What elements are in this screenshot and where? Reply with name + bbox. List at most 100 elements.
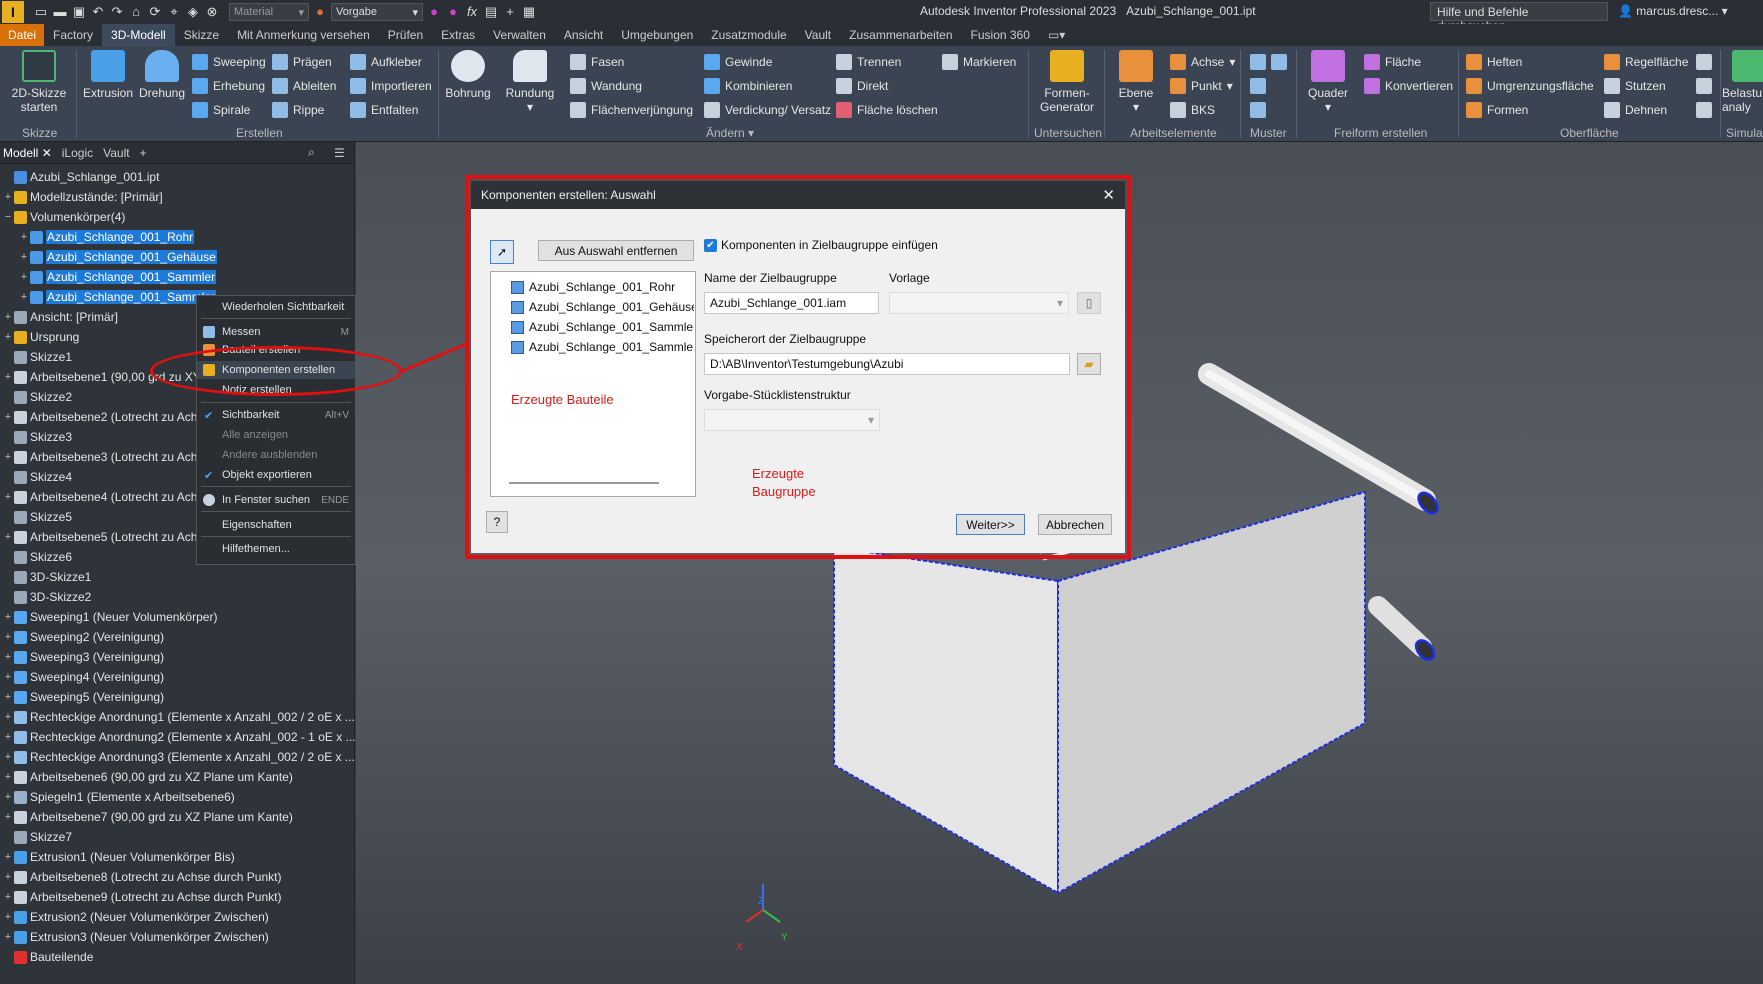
list-item[interactable]: Azubi_Schlange_001_Sammler: [499, 338, 694, 356]
tree-item[interactable]: + Sweeping1 (Neuer Volumenkörper): [2, 608, 218, 626]
tree-item[interactable]: + Azubi_Schlange_001_Rohr: [18, 228, 195, 246]
tree-item[interactable]: Skizze5: [2, 508, 72, 526]
thicken-button[interactable]: Verdickung/ Versatz: [704, 102, 831, 118]
redo-icon[interactable]: ↷: [109, 4, 125, 20]
save-icon[interactable]: ▣: [71, 4, 87, 20]
start-2d-sketch-button[interactable]: 2D-Skizze starten: [8, 50, 70, 114]
tree-item[interactable]: − Volumenkörper(4): [2, 208, 126, 226]
freeform-face-button[interactable]: Fläche: [1364, 54, 1421, 70]
expand-toggle-icon[interactable]: +: [2, 311, 14, 323]
tree-item[interactable]: + Sweeping5 (Vereinigung): [2, 688, 164, 706]
fx-icon[interactable]: fx: [464, 4, 480, 20]
measure-icon[interactable]: ◈: [185, 4, 201, 20]
tab-vault[interactable]: Vault: [796, 24, 840, 46]
expand-toggle-icon[interactable]: +: [2, 331, 14, 343]
list-item[interactable]: Azubi_Schlange_001_Gehäuse: [499, 298, 694, 316]
user-account[interactable]: 👤 marcus.dresc... ▾: [1618, 4, 1728, 18]
list-item[interactable]: Azubi_Schlange_001_Rohr: [499, 278, 694, 296]
fillet-button[interactable]: Rundung ▾: [500, 50, 560, 114]
select-button[interactable]: ➚: [490, 240, 514, 264]
combine-button[interactable]: Kombinieren: [704, 78, 792, 94]
new-file-icon[interactable]: ▭: [33, 4, 49, 20]
tree-item[interactable]: + Sweeping3 (Vereinigung): [2, 648, 164, 666]
tree-item[interactable]: + Extrusion2 (Neuer Volumenkörper Zwische…: [2, 908, 269, 926]
extend-button[interactable]: Dehnen: [1604, 102, 1667, 118]
tree-item[interactable]: + Sweeping4 (Vereinigung): [2, 668, 164, 686]
expand-toggle-icon[interactable]: +: [2, 711, 14, 723]
surface-extra2-button[interactable]: [1696, 78, 1712, 94]
tab-zusatzmodule[interactable]: Zusatzmodule: [702, 24, 795, 46]
expand-toggle-icon[interactable]: +: [2, 771, 14, 783]
menu-item-messen[interactable]: Messen M: [197, 323, 355, 341]
clear-appearance-icon[interactable]: ●: [445, 4, 461, 20]
sweep-button[interactable]: Sweeping: [192, 54, 266, 70]
sketch-pattern-button[interactable]: [1250, 102, 1266, 118]
stitch-button[interactable]: Heften: [1466, 54, 1522, 70]
expand-toggle-icon[interactable]: +: [18, 231, 30, 243]
color-override-icon[interactable]: ●: [426, 4, 442, 20]
circular-pattern-button[interactable]: [1250, 78, 1266, 94]
menu-item-wiederholen[interactable]: Wiederholen Sichtbarkeit: [197, 298, 355, 316]
expand-toggle-icon[interactable]: +: [2, 931, 14, 943]
derive-button[interactable]: Ableiten: [272, 78, 336, 94]
tree-item[interactable]: Bauteilende: [2, 948, 93, 966]
inventor-logo[interactable]: I: [2, 1, 24, 23]
stress-analysis-button[interactable]: Belastu analy: [1722, 50, 1763, 114]
expand-toggle-icon[interactable]: +: [2, 411, 14, 423]
expand-toggle-icon[interactable]: −: [2, 211, 14, 223]
expand-toggle-icon[interactable]: +: [2, 531, 14, 543]
tab-ilogic[interactable]: iLogic: [62, 146, 93, 160]
expand-toggle-icon[interactable]: +: [2, 851, 14, 863]
tree-item[interactable]: + Rechteckige Anordnung3 (Elemente x Anza…: [2, 748, 355, 766]
tree-item[interactable]: 3D-Skizze2: [2, 588, 91, 606]
tree-item[interactable]: + Azubi_Schlange_001_Gehäuse: [18, 248, 217, 266]
ucs-button[interactable]: BKS: [1170, 102, 1215, 118]
thread-button[interactable]: Gewinde: [704, 54, 772, 70]
fillet-dropdown-icon[interactable]: ▾: [500, 100, 560, 114]
expand-toggle-icon[interactable]: +: [2, 631, 14, 643]
tree-item[interactable]: + Arbeitsebene8 (Lotrecht zu Achse durch …: [2, 868, 282, 886]
extrusion-button[interactable]: Extrusion: [80, 50, 136, 100]
select-icon[interactable]: ⌖: [166, 4, 182, 20]
appearance-icon[interactable]: ●: [312, 4, 328, 20]
open-folder-icon[interactable]: ▬: [52, 4, 68, 20]
expand-toggle-icon[interactable]: +: [2, 451, 14, 463]
tree-item[interactable]: + Rechteckige Anordnung1 (Elemente x Anza…: [2, 708, 355, 726]
help-button[interactable]: ?: [486, 511, 508, 533]
tab-zusammenarbeiten[interactable]: Zusammenarbeiten: [840, 24, 961, 46]
coil-button[interactable]: Spirale: [192, 102, 250, 118]
emboss-button[interactable]: Prägen: [272, 54, 332, 70]
work-point-button[interactable]: Punkt ▾: [1170, 78, 1233, 94]
help-search-input[interactable]: Hilfe und Befehle durchsuchen...: [1430, 2, 1608, 33]
remove-from-selection-button[interactable]: Aus Auswahl entfernen: [538, 240, 694, 261]
expand-toggle-icon[interactable]: +: [2, 371, 14, 383]
close-doc-icon[interactable]: ⊗: [204, 4, 220, 20]
expand-toggle-icon[interactable]: +: [2, 891, 14, 903]
expand-toggle-icon[interactable]: +: [2, 871, 14, 883]
update-icon[interactable]: ⟳: [147, 4, 163, 20]
surface-extra-button[interactable]: [1696, 54, 1712, 70]
revolve-button[interactable]: Drehung: [134, 50, 190, 100]
draft-button[interactable]: Flächenverjüngung: [570, 102, 693, 118]
chamfer-button[interactable]: Fasen: [570, 54, 624, 70]
material-combo[interactable]: Material ▾: [229, 3, 309, 21]
tab-anmerkung[interactable]: Mit Anmerkung versehen: [228, 24, 379, 46]
tree-item[interactable]: + Azubi_Schlange_001_Sammler: [18, 268, 217, 286]
boundary-patch-button[interactable]: Umgrenzungsfläche: [1466, 78, 1594, 94]
pipe-top[interactable]: [1198, 363, 1441, 517]
trim-button[interactable]: Stutzen: [1604, 78, 1666, 94]
rib-button[interactable]: Rippe: [272, 102, 324, 118]
expand-toggle-icon[interactable]: +: [2, 651, 14, 663]
sculpt-button[interactable]: Formen: [1466, 102, 1528, 118]
menu-item-in-fenster-suchen[interactable]: In Fenster suchen ENDE: [197, 491, 355, 509]
tab-factory[interactable]: Factory: [44, 24, 102, 46]
unwrap-button[interactable]: Entfalten: [350, 102, 418, 118]
expand-toggle-icon[interactable]: +: [2, 811, 14, 823]
collector-pipe[interactable]: [1368, 596, 1437, 663]
video-icon[interactable]: ▭▾: [1039, 24, 1074, 46]
ruled-surface-button[interactable]: Regelfläche: [1604, 54, 1688, 70]
convert-button[interactable]: Konvertieren: [1364, 78, 1453, 94]
tree-item[interactable]: + Sweeping2 (Vereinigung): [2, 628, 164, 646]
list-item[interactable]: Azubi_Schlange_001_Sammler: [499, 318, 694, 336]
tree-item[interactable]: Skizze1: [2, 348, 72, 366]
